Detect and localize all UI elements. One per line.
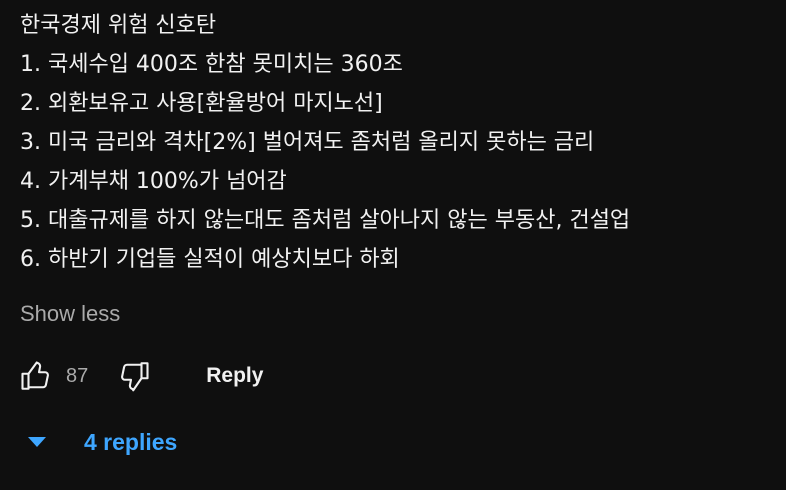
view-replies-button[interactable]: 4 replies — [26, 422, 177, 462]
comment-line-2: 2. 외환보유고 사용[환율방어 마지노선] — [20, 91, 383, 116]
comment: 한국경제 위험 신호탄 1. 국세수입 400조 한참 못미치는 360조 2.… — [20, 6, 776, 279]
comment-line-3: 3. 미국 금리와 격차[2%] 벌어져도 좀처럼 올리지 못하는 금리 — [20, 130, 595, 155]
like-count: 87 — [66, 364, 89, 387]
thumbs-down-icon — [121, 362, 149, 392]
show-less-button[interactable]: Show less — [20, 298, 120, 330]
comment-line-5: 5. 대출규제를 하지 않는대도 좀처럼 살아나지 않는 부동산, 건설업 — [20, 208, 631, 233]
comment-text: 한국경제 위험 신호탄 1. 국세수입 400조 한참 못미치는 360조 2.… — [20, 6, 776, 279]
replies-count-label: 4 replies — [84, 428, 178, 455]
comment-line-4: 4. 가계부채 100%가 넘어감 — [20, 169, 287, 194]
dislike-button[interactable] — [114, 356, 154, 396]
thumbs-up-icon — [21, 361, 49, 390]
reply-button[interactable]: Reply — [206, 364, 263, 388]
comment-actions: 87 Reply — [16, 356, 263, 396]
comment-line-1: 1. 국세수입 400조 한참 못미치는 360조 — [20, 52, 403, 77]
comment-line-title: 한국경제 위험 신호탄 — [20, 13, 217, 38]
like-button[interactable] — [16, 356, 56, 396]
comment-line-6: 6. 하반기 기업들 실적이 예상치보다 하회 — [20, 247, 400, 272]
caret-down-icon — [28, 437, 46, 447]
